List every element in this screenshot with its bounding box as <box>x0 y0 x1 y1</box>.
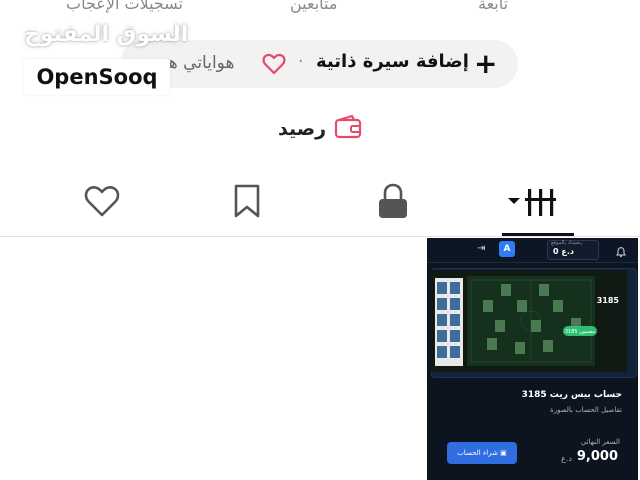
tab-liked-heart-icon[interactable] <box>84 184 120 222</box>
listing-price: 9,000 <box>576 449 618 464</box>
buy-account-label: شراء الحساب <box>457 449 498 457</box>
buy-account-button[interactable]: شراء الحساب ▣ <box>447 442 517 464</box>
wallet-balance-label[interactable]: رصيد <box>278 118 326 140</box>
tab-grid-icon[interactable] <box>506 184 562 222</box>
listing-team-image: 3185 مضمون 3185 <box>431 270 627 372</box>
listing-thumbnail[interactable]: رصيدك بالموقع 0 د.ع A ⇥ 3185 مضمون 3185 … <box>427 238 638 480</box>
listing-subtitle: تفاصيل الحساب بالصورة <box>550 406 622 414</box>
watermark-opensooq: OpenSooq <box>24 59 170 95</box>
tab-saved-bookmark-icon[interactable] <box>232 183 262 223</box>
listing-avatar: A <box>499 241 515 257</box>
watermark-arabic: السوق المفتوح <box>24 22 189 47</box>
bell-icon <box>615 243 627 258</box>
plus-icon[interactable]: + <box>474 48 497 80</box>
likes-stat-label[interactable]: تسجيلات الإعجاب <box>66 0 183 13</box>
followers-stat-label[interactable]: متابعين <box>290 0 337 13</box>
wallet-icon[interactable] <box>334 114 362 144</box>
listing-currency: د.ع <box>561 454 572 463</box>
tabbar-divider <box>0 236 640 237</box>
pill-separator: · <box>298 52 304 72</box>
add-cv-button[interactable]: إضافة سيرة ذاتية <box>316 51 469 72</box>
listing-header-balance: 0 د.ع <box>553 247 574 256</box>
hobbies-label[interactable]: هواياتي هو <box>160 53 234 73</box>
heart-outline-icon[interactable] <box>262 53 286 79</box>
listing-title[interactable]: حساب بيس ريت 3185 <box>522 390 622 400</box>
listing-final-price-label: السعر النهائي <box>580 438 620 446</box>
listing-team-rating: 3185 <box>597 296 620 305</box>
following-stat-label[interactable]: تابعة <box>478 0 508 13</box>
listing-guaranteed-badge: مضمون 3185 <box>565 329 596 335</box>
tab-private-lock-icon[interactable] <box>376 182 410 224</box>
listing-topbar <box>427 238 638 263</box>
logout-icon: ⇥ <box>477 243 486 254</box>
listing-balance-hint: رصيدك بالموقع <box>551 240 583 246</box>
